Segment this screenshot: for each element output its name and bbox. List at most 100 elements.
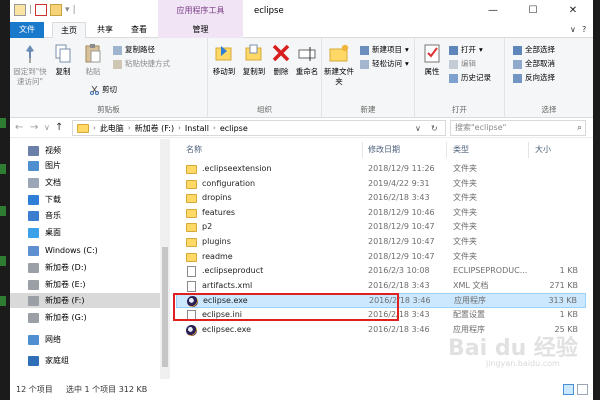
documents-icon: [28, 177, 39, 188]
desktop-icon: [28, 227, 39, 238]
copy-path-icon: [113, 45, 122, 55]
breadcrumb-drive-f[interactable]: 新加卷 (F:): [135, 123, 174, 134]
address-bar[interactable]: › 此电脑 › 新加卷 (F:) › Install › eclipse ∨ ↻: [72, 120, 446, 136]
navigation-scrollbar[interactable]: [160, 139, 170, 379]
back-button[interactable]: ←: [15, 118, 23, 138]
nav-item-drive-d[interactable]: 新加卷 (D:): [10, 260, 160, 275]
new-folder-icon[interactable]: [50, 4, 63, 16]
edge-mark: [0, 118, 6, 128]
up-button[interactable]: ↑: [55, 118, 63, 138]
file-type: ECLIPSEPRODUC...: [453, 266, 528, 276]
cut-button[interactable]: 剪切: [90, 84, 117, 96]
close-button[interactable]: ✕: [553, 0, 593, 22]
copy-button[interactable]: 复制: [50, 42, 76, 77]
search-input[interactable]: 搜索"eclipse" ⌕: [450, 120, 586, 136]
address-dropdown-icon[interactable]: ∨: [415, 121, 421, 137]
breadcrumb-install[interactable]: Install: [185, 124, 209, 133]
maximize-button[interactable]: ☐: [513, 0, 553, 22]
large-icons-view-button[interactable]: [577, 384, 588, 395]
new-folder-button[interactable]: 新建文件夹: [324, 42, 354, 87]
file-row[interactable]: artifacts.xml 2016/2/18 3:43 XML 文档 271 KB: [176, 279, 586, 294]
invert-selection-button[interactable]: 反向选择: [513, 72, 555, 84]
refresh-icon[interactable]: ↻: [431, 121, 438, 137]
nav-item-documents[interactable]: 文档: [10, 175, 160, 190]
copy-path-button[interactable]: 复制路径: [113, 44, 155, 56]
move-to-button[interactable]: 移动到: [210, 42, 238, 77]
tab-file[interactable]: 文件: [10, 22, 44, 38]
tab-home[interactable]: 主页: [52, 22, 86, 39]
properties-check-icon[interactable]: [35, 4, 48, 16]
select-group: 全部选择 全部取消 反向选择 选择: [505, 38, 593, 118]
copy-to-button[interactable]: 复制到: [240, 42, 268, 77]
properties-button[interactable]: 属性: [419, 42, 445, 77]
file-row[interactable]: .eclipseextension 2018/12/9 11:26 文件夹: [176, 162, 586, 177]
file-type: 文件夹: [453, 164, 477, 173]
folder-icon[interactable]: [14, 4, 26, 16]
column-header-name[interactable]: 名称: [186, 143, 202, 157]
nav-item-pictures[interactable]: 图片: [10, 158, 160, 173]
nav-item-homegroup[interactable]: 家庭组: [10, 353, 160, 368]
file-row[interactable]: plugins 2018/12/9 10:47 文件夹: [176, 235, 586, 250]
delete-button[interactable]: 删除: [270, 42, 292, 77]
right-edge-strip: [593, 0, 600, 400]
nav-item-network[interactable]: 网络: [10, 332, 160, 347]
edge-mark: [0, 206, 6, 216]
scrollbar-thumb[interactable]: [162, 247, 168, 367]
nav-item-label: 新加卷 (F:): [45, 296, 85, 305]
nav-item-desktop[interactable]: 桌面: [10, 225, 160, 240]
drive-icon: [28, 262, 39, 273]
file-size: 313 KB: [548, 296, 577, 306]
nav-item-drive-e[interactable]: 新加卷 (E:): [10, 277, 160, 292]
nav-item-videos[interactable]: 视频: [10, 143, 160, 158]
nav-item-drive-g[interactable]: 新加卷 (G:): [10, 310, 160, 325]
select-all-button[interactable]: 全部选择: [513, 44, 555, 56]
file-row[interactable]: configuration 2019/4/22 9:31 文件夹: [176, 177, 586, 192]
recent-locations-button[interactable]: ∨: [44, 118, 50, 138]
paste-shortcut-button[interactable]: 粘贴快捷方式: [113, 58, 170, 70]
file-modified: 2018/12/9 10:47: [368, 222, 435, 232]
nav-item-drive-c[interactable]: Windows (C:): [10, 243, 160, 258]
breadcrumb-this-pc[interactable]: 此电脑: [100, 123, 124, 134]
eclipse-app-icon: [186, 324, 197, 336]
file-row[interactable]: .eclipseproduct 2016/2/3 10:08 ECLIPSEPROD…: [176, 264, 586, 279]
forward-button[interactable]: →: [30, 118, 38, 138]
status-bar: 12 个项目 选中 1 个项目 312 KB: [10, 379, 593, 400]
file-row[interactable]: dropins 2016/2/18 3:43 文件夹: [176, 191, 586, 206]
paste-button[interactable]: 粘贴: [80, 42, 106, 77]
new-folder-icon: [328, 42, 350, 64]
homegroup-icon: [28, 355, 39, 366]
file-type: 文件夹: [453, 193, 477, 203]
nav-item-music[interactable]: 音乐: [10, 208, 160, 223]
rename-button[interactable]: 重命名: [292, 42, 322, 77]
file-row[interactable]: readme 2018/12/9 10:47 文件夹: [176, 250, 586, 265]
new-item-dropdown-icon: ▾: [405, 45, 409, 54]
easy-access-button[interactable]: 轻松访问 ▾: [360, 58, 409, 70]
nav-item-downloads[interactable]: 下载: [10, 192, 160, 207]
nav-item-drive-f[interactable]: 新加卷 (F:): [10, 293, 160, 308]
customize-dropdown-icon[interactable]: ▾: [65, 5, 70, 15]
select-none-button[interactable]: 全部取消: [513, 58, 555, 70]
details-view-button[interactable]: [563, 384, 574, 395]
window-title: eclipse: [254, 6, 284, 16]
tab-share[interactable]: 共享: [90, 22, 120, 38]
nav-item-label: 下载: [45, 195, 61, 204]
column-header-modified[interactable]: 修改日期: [368, 143, 400, 157]
file-modified: 2018/12/9 11:26: [368, 164, 435, 173]
tab-view[interactable]: 查看: [124, 22, 154, 38]
pin-quick-access-button[interactable]: 固定到"快速访问": [12, 42, 48, 87]
new-item-button[interactable]: 新建项目 ▾: [360, 44, 409, 56]
history-button[interactable]: 历史记录: [449, 72, 491, 84]
ribbon-collapse-button[interactable]: ∨: [570, 22, 576, 38]
tab-manage[interactable]: 管理: [158, 22, 243, 38]
file-row[interactable]: features 2018/12/9 10:46 文件夹: [176, 206, 586, 221]
column-header-type[interactable]: 类型: [453, 143, 469, 157]
help-button[interactable]: ?: [582, 22, 586, 38]
file-row[interactable]: p2 2018/12/9 10:47 文件夹: [176, 220, 586, 235]
column-header-size[interactable]: 大小: [535, 143, 551, 157]
breadcrumb-eclipse[interactable]: eclipse: [220, 124, 248, 133]
history-icon: [449, 73, 458, 83]
minimize-button[interactable]: —: [473, 0, 513, 22]
edit-button[interactable]: 编辑: [449, 58, 476, 70]
properties-check-icon: [421, 42, 443, 64]
open-button[interactable]: 打开 ▾: [449, 44, 483, 56]
